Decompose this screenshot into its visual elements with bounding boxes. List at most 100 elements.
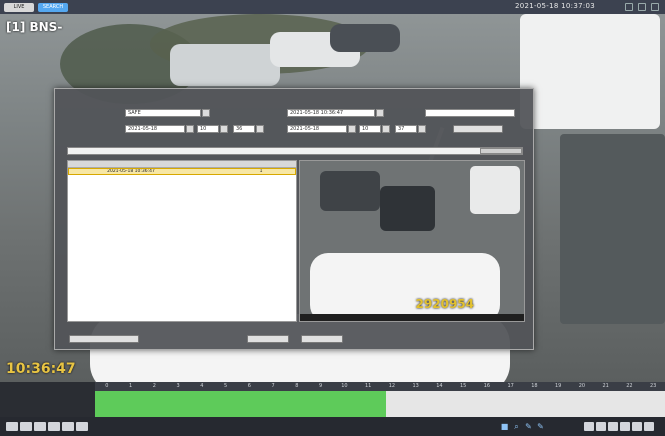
save-path-field[interactable] — [67, 147, 523, 155]
hour-tick: 23 — [649, 383, 657, 389]
hour-tick: 10 — [341, 383, 348, 389]
hour-tick: 22 — [626, 383, 633, 389]
preview-car — [380, 186, 435, 231]
row-camera — [181, 169, 231, 174]
hour-tick: 6 — [247, 383, 251, 389]
recorder-select[interactable]: SAFE — [125, 109, 201, 117]
row-time: 2021-05-18 10:36:47 — [107, 169, 155, 174]
playback-controls: ■ ⌕ ✎ ✎ — [0, 417, 665, 436]
hour-tick: 17 — [507, 383, 514, 389]
tools-icon[interactable]: ✎ — [524, 422, 533, 431]
stepper-icon[interactable] — [256, 125, 264, 133]
tab-search[interactable]: SEARCH — [38, 2, 68, 12]
col-header[interactable] — [180, 161, 230, 167]
layout-button[interactable] — [608, 422, 618, 431]
result-list: 2021-05-18 10:36:47 1 — [67, 160, 297, 322]
stepper-icon[interactable] — [418, 125, 426, 133]
close-button[interactable] — [301, 335, 343, 343]
right-area — [560, 134, 665, 324]
top-bar: LIVE SEARCH 2021-05-18 10:37:03 — [0, 0, 665, 14]
preview-plate-overlay: 2920954 — [415, 297, 474, 311]
end-hour-input[interactable]: 10 — [359, 125, 381, 133]
preview-status-strip — [300, 314, 524, 321]
hour-tick: 2 — [152, 383, 156, 389]
hour-tick: 8 — [295, 383, 299, 389]
hour-tick: 16 — [483, 383, 491, 389]
minimize-icon[interactable] — [625, 3, 633, 11]
search-icon[interactable]: ⌕ — [512, 422, 521, 431]
layout-button[interactable] — [584, 422, 594, 431]
fast-forward-icon[interactable] — [76, 422, 88, 431]
hour-tick: 13 — [412, 383, 419, 389]
stepper-icon[interactable] — [382, 125, 390, 133]
preview-truck-roof — [310, 253, 500, 321]
white-truck — [520, 14, 660, 129]
start-minute-input[interactable]: 36 — [233, 125, 255, 133]
chevron-down-icon[interactable] — [376, 109, 384, 117]
hour-tick: 5 — [224, 383, 228, 389]
row-count: 1 — [259, 169, 263, 174]
chevron-down-icon[interactable] — [202, 109, 210, 117]
start-hour-input[interactable]: 10 — [197, 125, 219, 133]
tab-live[interactable]: LIVE — [4, 2, 34, 12]
camera-time-overlay: 10:36:47 — [6, 361, 76, 377]
hour-tick: 18 — [531, 383, 538, 389]
row-check[interactable] — [69, 169, 81, 174]
list-item[interactable]: 2021-05-18 10:36:47 1 — [68, 168, 296, 175]
hour-tick: 21 — [602, 383, 609, 389]
start-date-input[interactable]: 2021-05-18 — [125, 125, 185, 133]
hour-tick: 9 — [319, 383, 323, 389]
parked-car — [170, 44, 280, 86]
close-icon[interactable] — [651, 3, 659, 11]
hour-tick: 20 — [578, 383, 586, 389]
end-date-input[interactable]: 2021-05-18 — [287, 125, 347, 133]
layout-button[interactable] — [632, 422, 642, 431]
time-select[interactable]: 2021-05-18 10:36:47 — [287, 109, 375, 117]
stepper-icon[interactable] — [220, 125, 228, 133]
maximize-icon[interactable] — [638, 3, 646, 11]
hour-tick: 12 — [388, 383, 396, 389]
backup-button[interactable] — [247, 335, 289, 343]
col-header[interactable] — [80, 161, 180, 167]
hour-tick: 1 — [129, 383, 133, 389]
end-minute-input[interactable]: 37 — [395, 125, 417, 133]
parked-car — [330, 24, 400, 52]
hour-tick: 3 — [176, 383, 180, 389]
hour-tick: 7 — [271, 383, 275, 389]
monitor-icon[interactable]: ■ — [500, 422, 509, 431]
hour-tick: 15 — [459, 383, 467, 389]
list-header — [68, 161, 296, 168]
timeline-panel: 0 1 2 3 4 5 6 7 8 9 10 11 12 13 14 15 16 17 18 19 20 21 22 23 ■… — [0, 382, 665, 436]
layout-button[interactable] — [620, 422, 630, 431]
camera-title: [1] BNS- — [6, 20, 63, 34]
browse-button[interactable] — [480, 148, 522, 154]
search-button[interactable] — [453, 125, 503, 133]
layout-button[interactable] — [596, 422, 606, 431]
step-back-icon[interactable] — [20, 422, 32, 431]
rewind-icon[interactable] — [6, 422, 18, 431]
hour-tick: 11 — [364, 383, 372, 389]
hour-tick: 4 — [200, 383, 204, 389]
recorded-segment — [95, 391, 386, 417]
calendar-icon[interactable] — [186, 125, 194, 133]
window-controls — [625, 3, 659, 11]
left-action-button[interactable] — [69, 335, 139, 343]
pause-icon[interactable] — [48, 422, 60, 431]
preview-truck — [470, 166, 520, 214]
calendar-icon[interactable] — [348, 125, 356, 133]
time-ruler[interactable]: 0 1 2 3 4 5 6 7 8 9 10 11 12 13 14 15 16 17 18 19 20 21 22 23 — [95, 382, 665, 391]
settings-icon[interactable]: ✎ — [536, 422, 545, 431]
search-dialog: SAFE 2021-05-18 10:36:47 2021-05-18 10 3… — [54, 88, 534, 350]
preview-car — [320, 171, 380, 211]
nvr-window: LIVE SEARCH 2021-05-18 10:37:03 [1] BNS-… — [0, 0, 665, 436]
hour-tick: 14 — [436, 383, 443, 389]
play-icon[interactable] — [34, 422, 46, 431]
col-header[interactable] — [68, 161, 80, 167]
preview-panel[interactable]: 2920954 — [299, 160, 525, 322]
hour-tick: 19 — [554, 383, 562, 389]
layout-button[interactable] — [644, 422, 654, 431]
step-forward-icon[interactable] — [62, 422, 74, 431]
col-header[interactable] — [230, 161, 290, 167]
type-select[interactable] — [425, 109, 515, 117]
system-clock: 2021-05-18 10:37:03 — [514, 2, 595, 10]
